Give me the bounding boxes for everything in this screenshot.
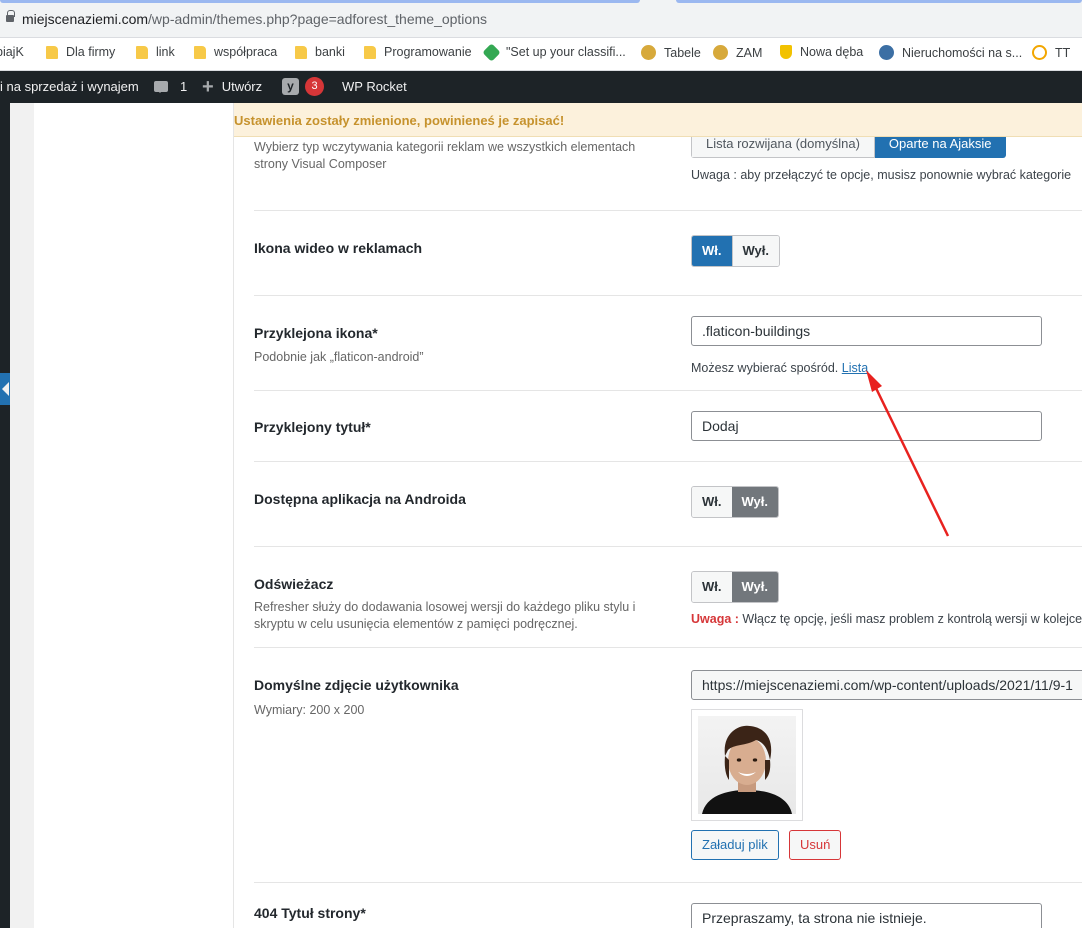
option-title: Przyklejony tytuł* (254, 419, 371, 435)
remove-avatar-button[interactable]: Usuń (789, 830, 842, 860)
option-row-sticky-title: Przyklejony tytuł* Dodaj (254, 391, 1082, 462)
person-photo-icon (702, 725, 792, 814)
wordpress-icon (879, 45, 894, 60)
notification-count-badge: 3 (305, 77, 324, 96)
bookmark-item[interactable]: banki (295, 45, 345, 59)
option-row-default-avatar: Domyślne zdjęcie użytkownika Wymiary: 20… (254, 648, 1082, 883)
bookmarks-bar: biajK Dla firmy link współpraca banki Pr… (0, 38, 1082, 71)
toggle-off-button[interactable]: Wył. (731, 487, 778, 517)
bookmark-item[interactable]: "Set up your classifi... (482, 42, 626, 62)
bookmark-item[interactable]: TT (1032, 45, 1070, 60)
icon-list-link[interactable]: Lista (842, 361, 868, 375)
option-title: Ikona wideo w reklamach (254, 240, 423, 256)
android-app-toggle[interactable]: Wł. Wył. (691, 486, 779, 518)
option-row-sticky-icon: Przyklejona ikona* Podobnie jak „flatico… (254, 296, 1082, 391)
browser-address-bar[interactable]: miejscenaziemi.com/wp-admin/themes.php?p… (0, 0, 1082, 38)
bookmark-item[interactable]: biajK (0, 45, 24, 59)
folder-icon (46, 45, 58, 59)
puzzle-icon (641, 45, 656, 60)
toggle-off-button[interactable]: Wył. (731, 236, 779, 266)
collapse-arrow-icon[interactable] (0, 373, 10, 405)
avatar-preview (691, 709, 803, 821)
wp-admin-bar: i na sprzedaż i wynajem 1 + Utwórz y3 WP … (0, 71, 1082, 103)
option-title: 404 Tytuł strony* (254, 905, 366, 921)
option-description: Refresher służy do dodawania losowej wer… (254, 600, 636, 631)
lock-icon (6, 10, 15, 24)
option-row-404-title: 404 Tytuł strony* Przepraszamy, ta stron… (254, 883, 1082, 928)
new-content-menu[interactable]: + Utwórz (202, 75, 262, 98)
toggle-on-button[interactable]: Wł. (692, 236, 732, 266)
folder-icon (295, 45, 307, 59)
toggle-on-button[interactable]: Wł. (692, 572, 732, 602)
bookmark-item[interactable]: współpraca (194, 45, 277, 59)
tab-strip-edge (0, 0, 1082, 3)
option-warning: Uwaga : Włącz tę opcję, jeśli masz probl… (691, 612, 1082, 626)
yoast-menu[interactable]: y3 (282, 77, 324, 96)
bookmark-item[interactable]: Nowa dęba (780, 45, 863, 59)
wp-rocket-menu[interactable]: WP Rocket (342, 79, 407, 94)
content-gutter (10, 103, 34, 928)
shield-icon (780, 45, 792, 59)
option-title: Przyklejona ikona* (254, 325, 378, 341)
option-title: Domyślne zdjęcie użytkownika (254, 677, 459, 693)
option-title: Dostępna aplikacja na Androida (254, 491, 466, 507)
option-description: Wybierz typ wczytywania kategorii reklam… (254, 140, 636, 171)
tag-icon (482, 42, 501, 62)
wp-admin-sidebar (0, 103, 10, 928)
option-row-android-app: Dostępna aplikacja na Androida Wł. Wył. (254, 462, 1082, 547)
bookmark-item[interactable]: Tabele (641, 45, 701, 60)
upload-file-button[interactable]: Załaduj plik (691, 830, 779, 860)
option-row-video-icon: Ikona wideo w reklamach Wł. Wył. (254, 211, 1082, 296)
check-icon (1032, 45, 1047, 60)
site-name-link[interactable]: i na sprzedaż i wynajem (0, 79, 139, 94)
option-note: Uwaga : aby przełączyć te opcje, musisz … (691, 168, 1072, 182)
folder-icon (364, 45, 376, 59)
page-404-title-input[interactable]: Przepraszamy, ta strona nie istnieje. (691, 903, 1042, 928)
folder-icon (136, 45, 148, 59)
sticky-icon-input[interactable]: .flaticon-buildings (691, 316, 1042, 346)
video-icon-toggle[interactable]: Wł. Wył. (691, 235, 780, 267)
refresher-toggle[interactable]: Wł. Wył. (691, 571, 779, 603)
bookmark-item[interactable]: Nieruchomości na s... (879, 45, 1022, 60)
bookmark-item[interactable]: link (136, 45, 175, 59)
comments-link[interactable]: 1 (154, 79, 187, 94)
option-row-refresher: Odświeżacz Refresher służy do dodawania … (254, 547, 1082, 648)
option-description: Podobnie jak „flaticon-android” (254, 350, 424, 364)
url-text[interactable]: miejscenaziemi.com/wp-admin/themes.php?p… (22, 11, 487, 27)
toggle-on-button[interactable]: Wł. (692, 487, 732, 517)
avatar-photo (698, 716, 796, 814)
folder-icon (194, 45, 206, 59)
sticky-title-input[interactable]: Dodaj (691, 411, 1042, 441)
bookmark-item[interactable]: ZAM (713, 45, 762, 60)
plus-icon: + (202, 75, 214, 98)
avatar-url-input[interactable]: https://miejscenaziemi.com/wp-content/up… (691, 670, 1082, 700)
bookmark-item[interactable]: Programowanie (364, 45, 472, 59)
unsaved-changes-notice: Ustawienia zostały zmienione, powinieneś… (234, 103, 1082, 137)
option-note: Możesz wybierać spośród. Lista (691, 361, 869, 375)
theme-options-nav (34, 103, 234, 928)
bookmark-item[interactable]: Dla firmy (46, 45, 115, 59)
option-description: Wymiary: 200 x 200 (254, 703, 365, 717)
toggle-off-button[interactable]: Wył. (731, 572, 778, 602)
option-title: Odświeżacz (254, 576, 334, 592)
comment-icon (154, 81, 168, 93)
yoast-icon: y (282, 78, 299, 95)
theme-options-panel: Ustawienia zostały zmienione, powinieneś… (234, 103, 1082, 928)
puzzle-icon (713, 45, 728, 60)
